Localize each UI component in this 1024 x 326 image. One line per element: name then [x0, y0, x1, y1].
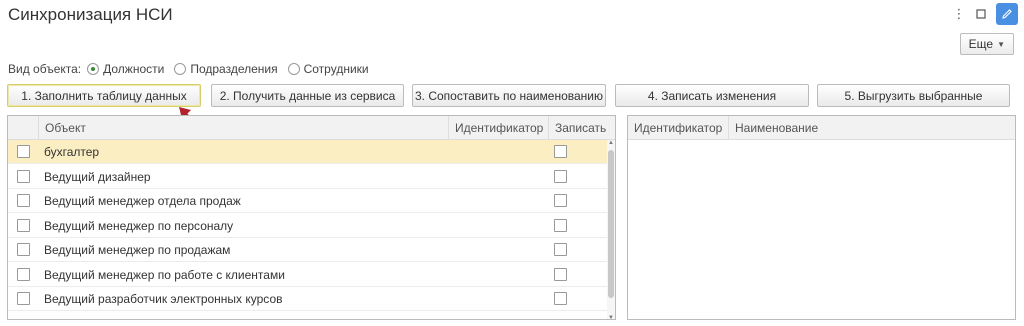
radio-positions[interactable]: Должности: [87, 62, 164, 76]
row-object-name: Ведущий менеджер по продажам: [44, 243, 231, 257]
scrollbar-thumb[interactable]: [608, 150, 614, 298]
radio-unselected-icon[interactable]: [287, 63, 300, 75]
save-changes-button[interactable]: 4. Записать изменения: [615, 84, 809, 107]
radio-unselected-icon[interactable]: [174, 63, 187, 75]
column-identifier[interactable]: Идентификатор: [628, 116, 728, 140]
service-table-header: Идентификатор Наименование: [628, 116, 1015, 140]
more-button-label: Еще: [968, 37, 994, 51]
save-checkbox[interactable]: [554, 292, 567, 305]
save-checkbox[interactable]: [554, 243, 567, 256]
match-by-name-button[interactable]: 3. Сопоставить по наименованию: [412, 84, 606, 107]
table-row[interactable]: Ведущий менеджер отдела продаж: [8, 189, 609, 213]
table-row[interactable]: Ведущий менеджер по продажам: [8, 238, 609, 262]
row-checkbox[interactable]: [17, 243, 30, 256]
row-object-name: бухгалтер: [44, 145, 100, 159]
chevron-down-icon: ▼: [997, 39, 1005, 49]
row-checkbox[interactable]: [17, 267, 30, 281]
row-object-name: Ведущий менеджер по работе с клиентами: [44, 267, 285, 282]
fill-table-button[interactable]: 1. Заполнить таблицу данных: [7, 84, 201, 107]
row-object-name: Ведущий разработчик электронных курсов: [44, 292, 283, 306]
column-name[interactable]: Наименование: [728, 116, 1015, 140]
radio-employees-label: Сотрудники: [303, 62, 369, 76]
kebab-menu-icon[interactable]: ⋮: [948, 3, 970, 25]
radio-departments[interactable]: Подразделения: [174, 62, 278, 76]
table-row[interactable]: Ведущий дизайнер: [8, 165, 609, 189]
row-checkbox[interactable]: [17, 194, 30, 207]
export-selected-button[interactable]: 5. Выгрузить выбранные: [817, 84, 1010, 107]
table-row[interactable]: Ведущий разработчик электронных курсов: [8, 287, 609, 311]
table-row[interactable]: Ведущий менеджер по работе с клиентами: [8, 263, 609, 287]
column-save[interactable]: Записать: [548, 116, 610, 140]
save-checkbox[interactable]: [554, 145, 567, 158]
column-object[interactable]: Объект: [38, 116, 448, 140]
more-button[interactable]: Еще ▼: [959, 33, 1014, 55]
objects-table: Объект Идентификатор Записать бухгалтер В…: [7, 115, 616, 320]
table-row[interactable]: Ведущий менеджер по персоналу: [8, 214, 609, 238]
radio-selected-icon[interactable]: [87, 63, 100, 75]
radio-employees[interactable]: Сотрудники: [287, 62, 369, 76]
save-checkbox[interactable]: [554, 218, 567, 232]
row-checkbox[interactable]: [17, 169, 30, 183]
service-data-table: Идентификатор Наименование: [627, 115, 1016, 320]
row-checkbox[interactable]: [17, 292, 30, 305]
objects-table-header: Объект Идентификатор Записать: [8, 116, 615, 140]
save-checkbox[interactable]: [554, 169, 567, 183]
action-toolbar: 1. Заполнить таблицу данных 2. Получить …: [0, 84, 1024, 108]
maximize-icon[interactable]: [970, 3, 992, 25]
column-identifier[interactable]: Идентификатор: [448, 116, 548, 140]
scroll-up-icon[interactable]: ▲: [607, 140, 615, 146]
object-type-label: Вид объекта:: [8, 62, 82, 76]
save-checkbox[interactable]: [554, 267, 567, 281]
row-checkbox[interactable]: [17, 145, 30, 158]
page-title: Синхронизация НСИ: [8, 5, 173, 24]
row-object-name: Ведущий дизайнер: [44, 169, 151, 184]
save-checkbox[interactable]: [554, 194, 567, 207]
table-scrollbar[interactable]: ▲ ▼: [607, 140, 615, 319]
window-controls: ⋮: [948, 3, 1018, 25]
edit-pencil-icon[interactable]: [996, 3, 1018, 25]
row-object-name: Ведущий менеджер отдела продаж: [44, 194, 241, 208]
get-service-data-button[interactable]: 2. Получить данные из сервиса: [211, 84, 404, 107]
radio-departments-label: Подразделения: [190, 62, 278, 76]
row-checkbox[interactable]: [17, 218, 30, 232]
header-checkbox-column: [8, 116, 38, 140]
radio-positions-label: Должности: [103, 62, 165, 76]
table-row[interactable]: бухгалтер: [8, 140, 609, 164]
object-type-selector: Вид объекта: Должности Подразделения Сот…: [8, 62, 369, 76]
row-object-name: Ведущий менеджер по персоналу: [44, 218, 234, 233]
scroll-down-icon[interactable]: ▼: [607, 315, 615, 319]
